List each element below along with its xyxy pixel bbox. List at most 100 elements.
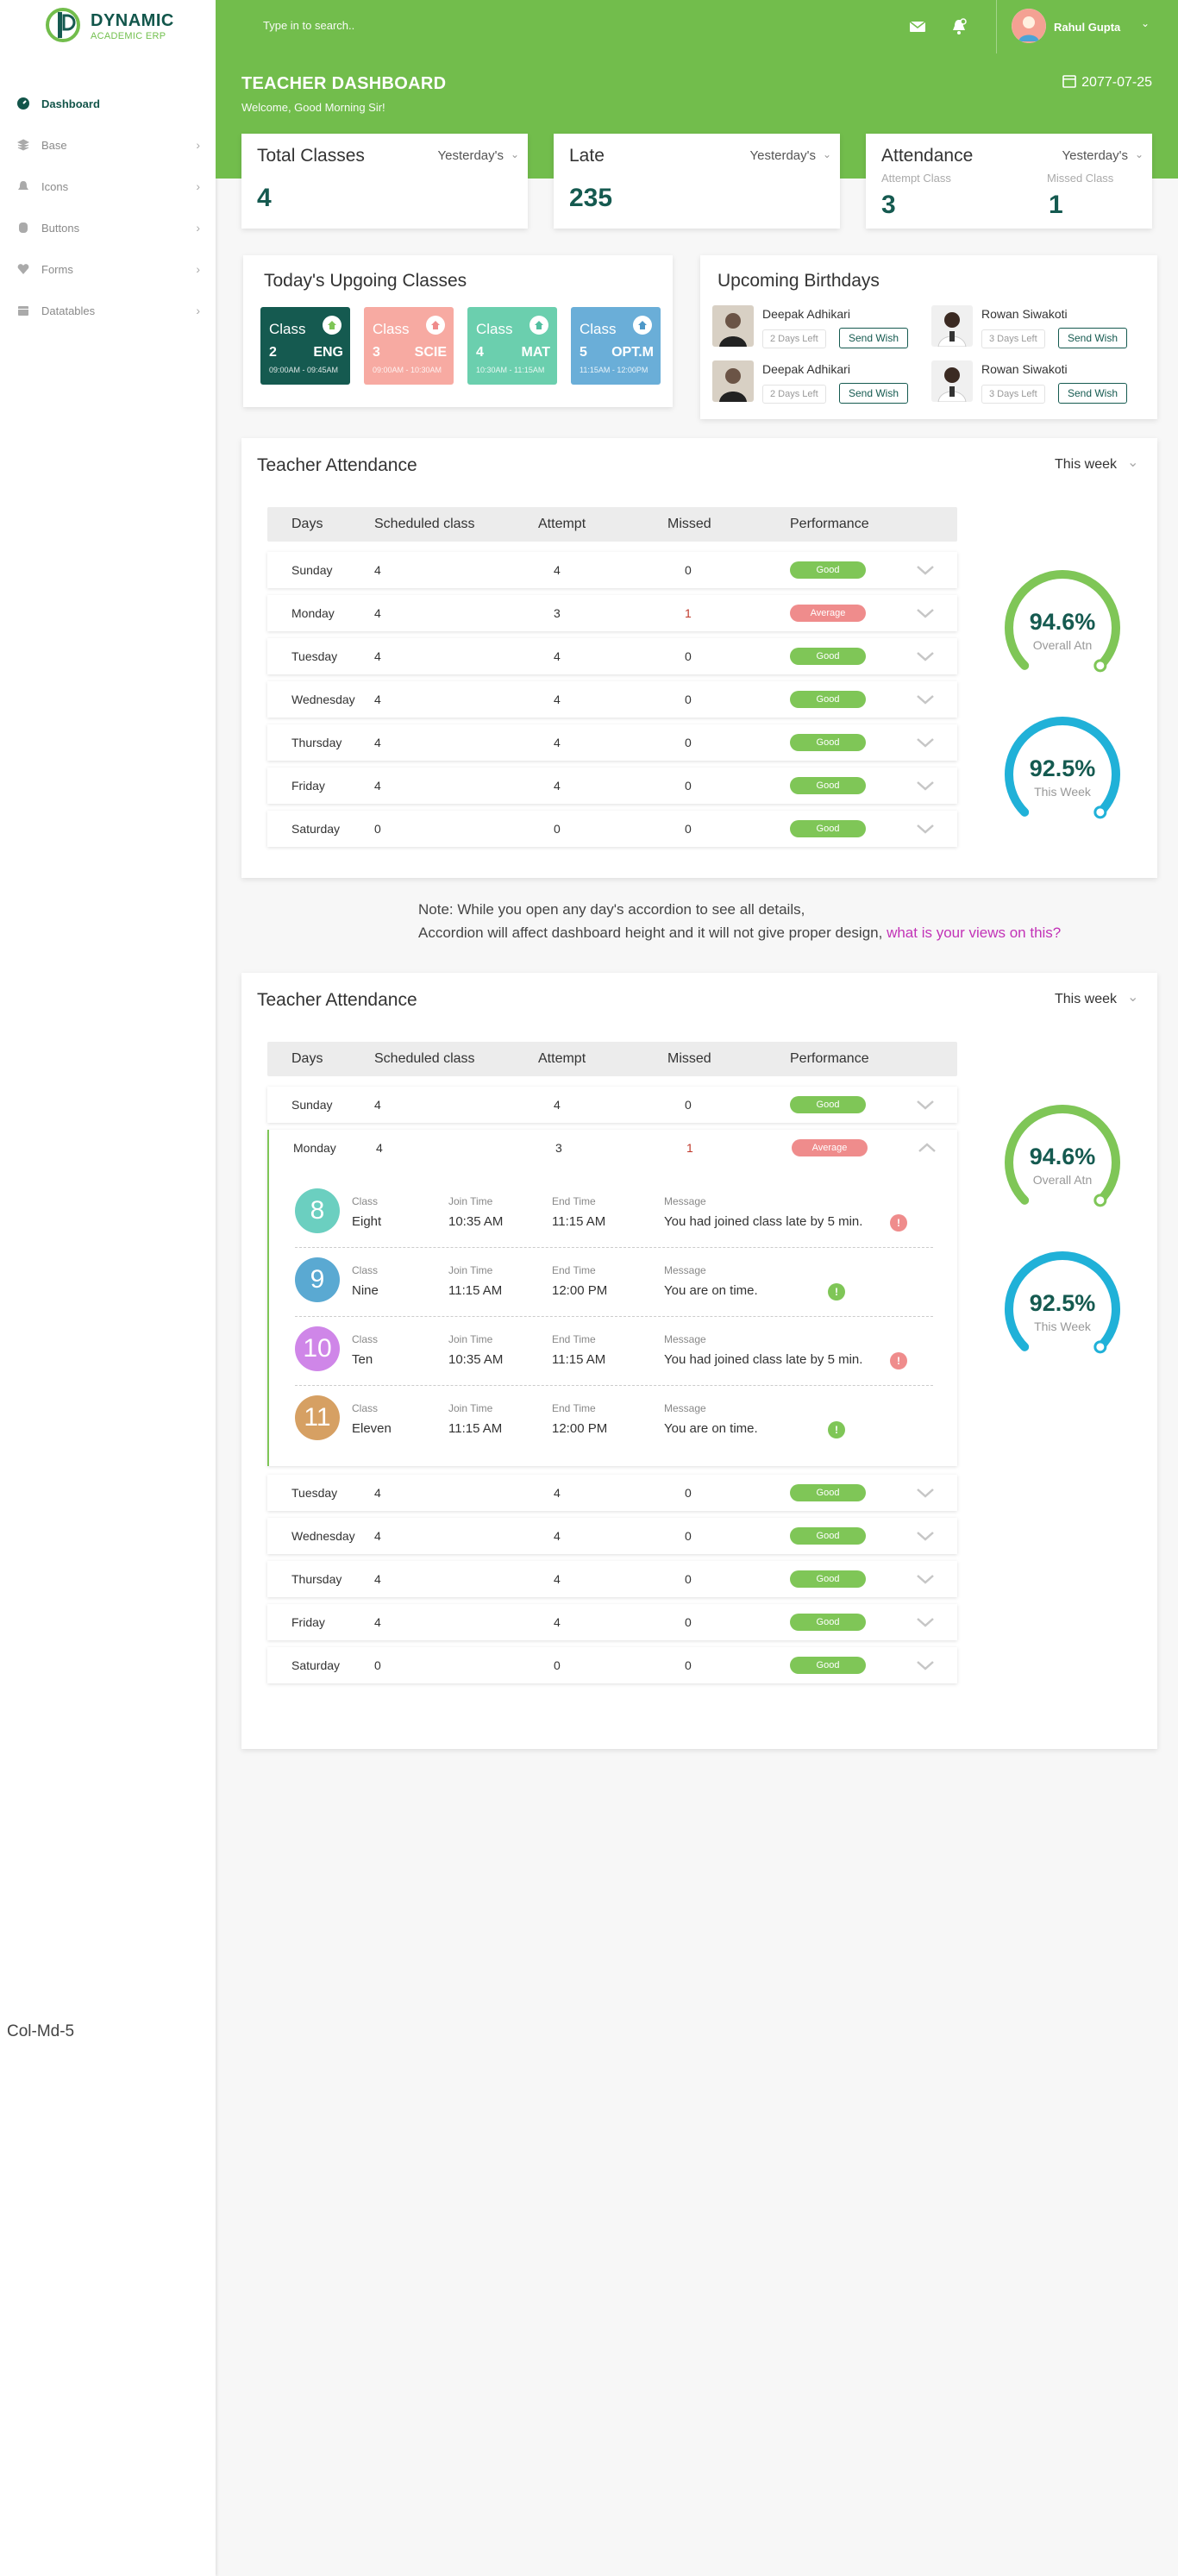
chevron-down-icon[interactable] bbox=[914, 602, 937, 624]
chevron-down-icon[interactable] bbox=[914, 1482, 937, 1504]
cell-missed: 0 bbox=[685, 1486, 692, 1500]
period-select[interactable]: Yesterday's bbox=[1062, 148, 1128, 163]
table-row[interactable]: Saturday 0 0 0 Good bbox=[267, 1647, 957, 1683]
avatar[interactable] bbox=[1012, 9, 1046, 43]
cell-missed: 1 bbox=[685, 606, 692, 620]
class-label: Class bbox=[580, 321, 617, 337]
cell-missed: 1 bbox=[686, 1141, 693, 1155]
chevron-down-icon[interactable]: ⌄ bbox=[1141, 17, 1150, 29]
table-row[interactable]: Friday 4 4 0 Good bbox=[267, 1604, 957, 1640]
cell-attempt: 4 bbox=[554, 779, 561, 793]
period-select[interactable]: Yesterday's bbox=[437, 148, 504, 163]
detail-label: End Time bbox=[552, 1333, 596, 1345]
sidebar-item-label: Icons bbox=[41, 179, 69, 193]
class-subject: MAT bbox=[521, 345, 550, 360]
info-icon: ! bbox=[828, 1283, 845, 1301]
detail-label: Join Time bbox=[448, 1333, 493, 1345]
sidebar-item-buttons[interactable]: Buttons › bbox=[0, 207, 216, 248]
table-row[interactable]: Saturday 0 0 0 Good bbox=[267, 811, 957, 847]
sidebar-item-forms[interactable]: Forms › bbox=[0, 248, 216, 290]
gauge-label: This Week bbox=[1034, 1319, 1091, 1333]
sidebar: DYNAMIC ACADEMIC ERP Dashboard Base › Ic… bbox=[0, 0, 216, 2576]
divider bbox=[295, 1247, 933, 1248]
chevron-down-icon[interactable] bbox=[914, 1525, 937, 1547]
detail-label: End Time bbox=[552, 1402, 596, 1414]
mail-icon[interactable] bbox=[908, 17, 927, 36]
detail-label: End Time bbox=[552, 1264, 596, 1276]
chevron-down-icon[interactable] bbox=[914, 1654, 937, 1677]
send-wish-button[interactable]: Send Wish bbox=[839, 328, 909, 348]
person-name: Deepak Adhikari bbox=[762, 307, 850, 321]
sidebar-item-label: Dashboard bbox=[41, 97, 100, 110]
calendar-icon bbox=[17, 304, 29, 317]
cell-scheduled: 4 bbox=[374, 736, 381, 749]
table-row[interactable]: Tuesday 4 4 0 Good bbox=[267, 1475, 957, 1511]
chevron-down-icon[interactable] bbox=[914, 731, 937, 754]
period-select[interactable]: This week bbox=[1055, 992, 1117, 1007]
cell-scheduled: 4 bbox=[374, 779, 381, 793]
days-left: 2 Days Left bbox=[762, 385, 826, 404]
send-wish-button[interactable]: Send Wish bbox=[839, 383, 909, 404]
cell-day: Tuesday bbox=[291, 649, 338, 663]
table-row[interactable]: Wednesday 4 4 0 Good bbox=[267, 681, 957, 718]
class-card[interactable]: Class 5 OPT.M 11:15AM - 12:00PM bbox=[571, 307, 661, 385]
chevron-down-icon[interactable] bbox=[914, 559, 937, 581]
attendance-gauge: 92.5% This Week bbox=[993, 705, 1140, 852]
table-row[interactable]: Monday 4 3 1 Average bbox=[267, 595, 957, 631]
table-row[interactable]: Monday 4 3 1 Average 8 Class Eight Join Time 10:3… bbox=[267, 1130, 957, 1466]
sidebar-item-datatables[interactable]: Datatables › bbox=[0, 290, 216, 331]
sidebar-item-dashboard[interactable]: Dashboard bbox=[0, 83, 216, 124]
chevron-down-icon[interactable] bbox=[914, 1611, 937, 1633]
sidebar-item-label: Datatables bbox=[41, 304, 96, 317]
sidebar-item-base[interactable]: Base › bbox=[0, 124, 216, 166]
performance-badge: Good bbox=[790, 1527, 866, 1545]
user-name[interactable]: Rahul Gupta bbox=[1054, 21, 1120, 34]
chevron-down-icon[interactable]: ⌄ bbox=[1127, 454, 1138, 471]
table-row[interactable]: Thursday 4 4 0 Good bbox=[267, 1561, 957, 1597]
chevron-down-icon[interactable]: ⌄ bbox=[511, 148, 519, 160]
chevron-down-icon[interactable] bbox=[914, 1568, 937, 1590]
search-input[interactable]: Type in to search.. bbox=[263, 19, 354, 32]
period-select[interactable]: Yesterday's bbox=[749, 148, 816, 163]
table-row[interactable]: Thursday 4 4 0 Good bbox=[267, 724, 957, 761]
divider bbox=[295, 1316, 933, 1317]
notification-icon[interactable] bbox=[949, 17, 968, 36]
cell-missed: 0 bbox=[685, 563, 692, 577]
chevron-up-icon[interactable] bbox=[916, 1137, 938, 1159]
table-row[interactable]: Tuesday 4 4 0 Good bbox=[267, 638, 957, 674]
chevron-down-icon[interactable] bbox=[914, 818, 937, 840]
home-icon bbox=[426, 316, 445, 335]
cell-day: Thursday bbox=[291, 1572, 342, 1586]
send-wish-button[interactable]: Send Wish bbox=[1058, 328, 1128, 348]
teacher-attendance-card: Teacher Attendance This week ⌄ Days Schedule… bbox=[241, 438, 1157, 878]
send-wish-button[interactable]: Send Wish bbox=[1058, 383, 1128, 404]
person-name: Rowan Siwakoti bbox=[981, 307, 1068, 321]
chevron-down-icon[interactable]: ⌄ bbox=[1127, 988, 1138, 1006]
class-time: 10:30AM - 11:15AM bbox=[476, 366, 545, 374]
column-header: Performance bbox=[790, 517, 869, 531]
home-icon bbox=[633, 316, 652, 335]
feedback-link[interactable]: what is your views on this? bbox=[887, 924, 1061, 941]
class-card[interactable]: Class 2 ENG 09:00AM - 09:45AM bbox=[260, 307, 350, 385]
chevron-down-icon[interactable] bbox=[914, 688, 937, 711]
cell-missed: 0 bbox=[685, 1658, 692, 1672]
table-row[interactable]: Sunday 4 4 0 Good bbox=[267, 1087, 957, 1123]
cell-attempt: 4 bbox=[554, 1572, 561, 1586]
sidebar-item-label: Base bbox=[41, 138, 67, 152]
performance-badge: Good bbox=[790, 691, 866, 708]
table-row[interactable]: Wednesday 4 4 0 Good bbox=[267, 1518, 957, 1554]
chevron-down-icon[interactable] bbox=[914, 645, 937, 668]
chevron-down-icon[interactable]: ⌄ bbox=[823, 148, 831, 160]
section-title: Teacher Attendance bbox=[257, 990, 417, 1010]
chevron-down-icon[interactable]: ⌄ bbox=[1135, 148, 1144, 160]
period-select[interactable]: This week bbox=[1055, 457, 1117, 473]
app-logo[interactable]: DYNAMIC ACADEMIC ERP bbox=[45, 7, 174, 45]
chevron-down-icon[interactable] bbox=[914, 1094, 937, 1116]
table-row[interactable]: Sunday 4 4 0 Good bbox=[267, 552, 957, 588]
class-card[interactable]: Class 3 SCIE 09:00AM - 10:30AM bbox=[364, 307, 454, 385]
cell-scheduled: 4 bbox=[374, 1615, 381, 1629]
sidebar-item-icons[interactable]: Icons › bbox=[0, 166, 216, 207]
class-card[interactable]: Class 4 MAT 10:30AM - 11:15AM bbox=[467, 307, 557, 385]
table-row[interactable]: Friday 4 4 0 Good bbox=[267, 768, 957, 804]
chevron-down-icon[interactable] bbox=[914, 774, 937, 797]
